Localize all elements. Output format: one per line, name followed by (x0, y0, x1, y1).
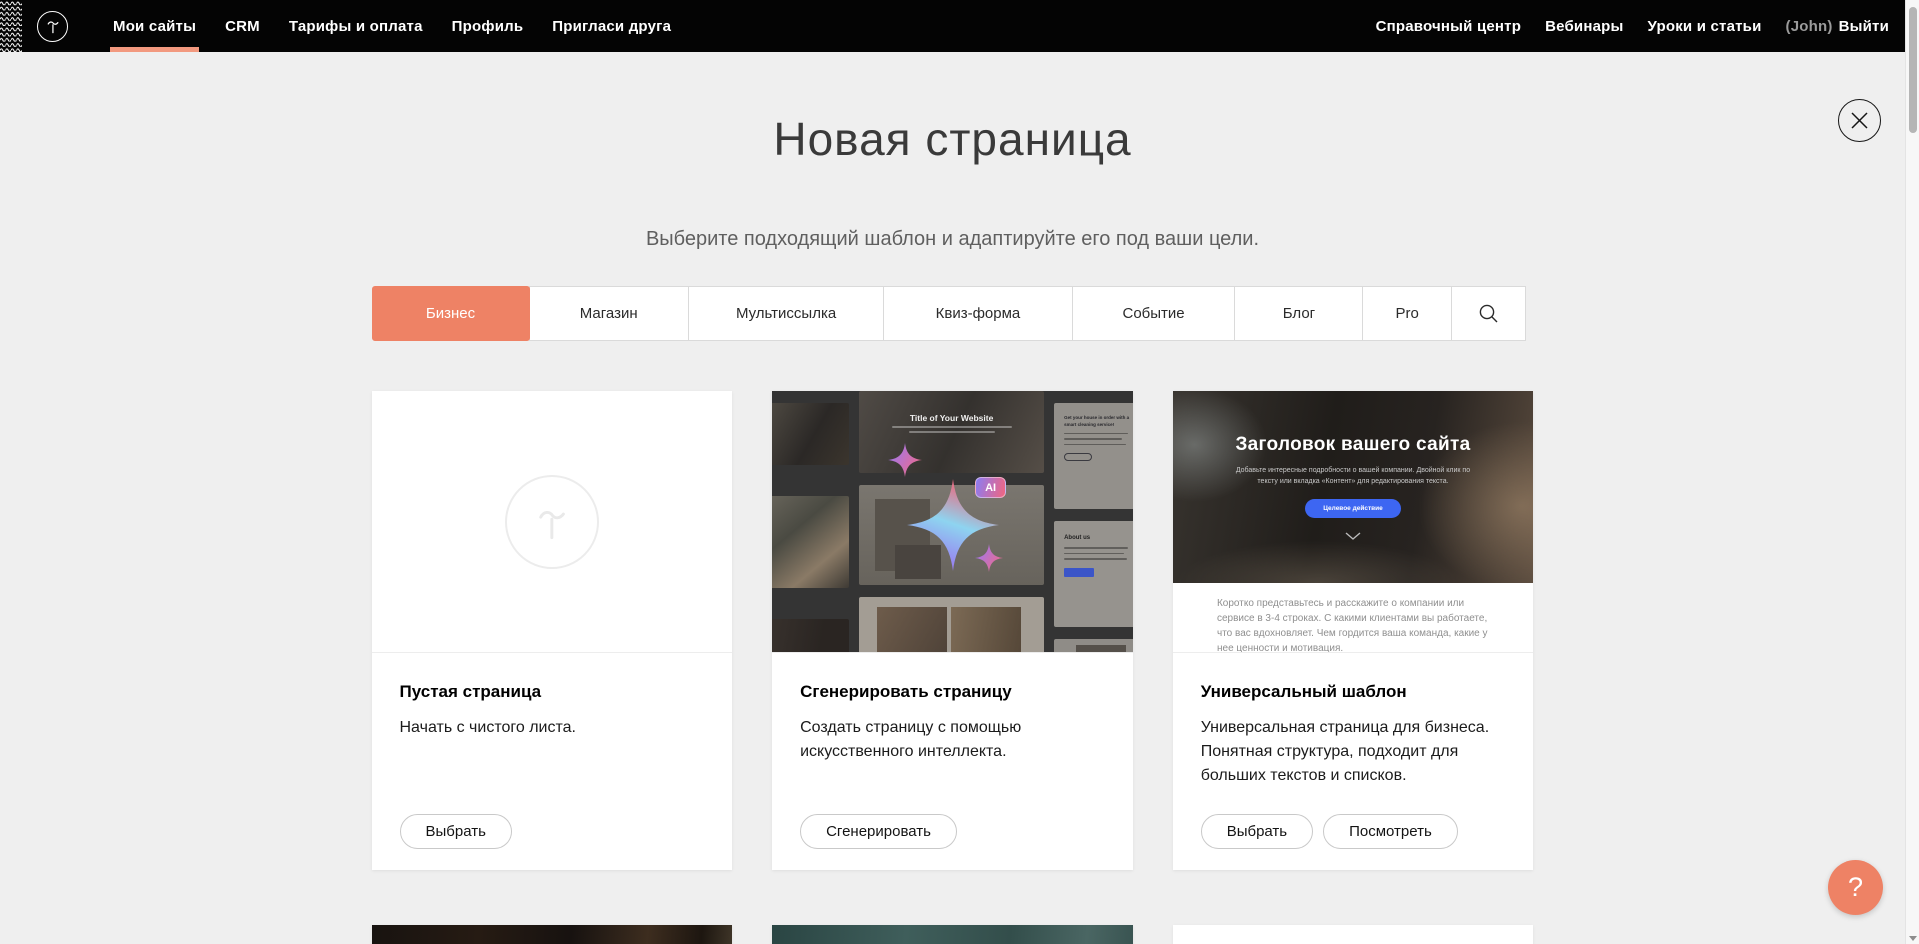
nav-item-my-sites[interactable]: Мои сайты (113, 0, 196, 52)
ai-generate-preview[interactable]: Title of Your Website Get your house in … (772, 391, 1133, 653)
nav-item-help-center[interactable]: Справочный центр (1376, 0, 1522, 52)
card-title: Универсальный шаблон (1201, 682, 1506, 702)
chevron-down-icon (1345, 532, 1361, 540)
card-description: Универсальная страница для бизнеса. Поня… (1201, 716, 1506, 788)
card-blank-page: Пустая страница Начать с чистого листа. … (372, 391, 733, 870)
collage-tile (859, 597, 1044, 653)
tilda-logo-icon[interactable] (37, 11, 68, 42)
tab-blog[interactable]: Блог (1234, 286, 1363, 341)
account-name: (John) (1786, 18, 1833, 35)
ai-sparkle-small-icon (888, 443, 922, 477)
universal-template-preview[interactable]: Заголовок вашего сайта Добавьте интересн… (1173, 391, 1534, 653)
logout-link[interactable]: Выйти (1839, 18, 1889, 35)
new-page-dialog: Новая страница Выберите подходящий шабло… (0, 52, 1905, 944)
template-hero-section: Заголовок вашего сайта Добавьте интересн… (1173, 391, 1534, 583)
template-cta-button: Целевое действие (1305, 499, 1401, 518)
collage-right-heading: Get your house in order with a smart cle… (1064, 415, 1133, 429)
tab-pro[interactable]: Pro (1362, 286, 1451, 341)
template-cards-row-partial (372, 925, 1534, 944)
tab-business[interactable]: Бизнес (372, 286, 530, 341)
collage-tile (772, 619, 849, 653)
nav-item-profile[interactable]: Профиль (452, 0, 524, 52)
tab-search[interactable] (1451, 286, 1527, 341)
template-body-section: Коротко представьтесь и расскажите о ком… (1173, 583, 1534, 653)
ai-sparkle-small-icon (975, 544, 1003, 572)
template-card-partial[interactable] (372, 925, 733, 944)
collage-tile (1054, 639, 1133, 653)
collage-hero-title: Title of Your Website (859, 413, 1044, 423)
question-icon: ? (1848, 872, 1863, 903)
nav-item-crm[interactable]: CRM (225, 0, 260, 52)
template-card-partial[interactable] (1173, 925, 1534, 944)
generate-button[interactable]: Сгенерировать (800, 814, 957, 849)
page-title: Новая страница (372, 116, 1534, 162)
template-hero-subtitle: Добавьте интересные подробности о вашей … (1230, 465, 1475, 487)
template-cards-row: Пустая страница Начать с чистого листа. … (372, 391, 1534, 870)
template-card-partial[interactable] (772, 925, 1133, 944)
page-subtitle: Выберите подходящий шаблон и адаптируйте… (372, 228, 1534, 251)
collage-tile-hero: Title of Your Website (859, 391, 1044, 473)
tab-quiz-form[interactable]: Квиз-форма (883, 286, 1072, 341)
nav-item-webinars[interactable]: Вебинары (1545, 0, 1623, 52)
card-description: Создать страницу с помощью искусственног… (800, 716, 1105, 764)
card-title: Пустая страница (400, 682, 705, 702)
top-navbar: Мои сайты CRM Тарифы и оплата Профиль Пр… (0, 0, 1905, 52)
page-scrollbar[interactable] (1905, 0, 1919, 944)
scrollbar-down-arrow-icon[interactable] (1909, 936, 1917, 941)
scrollbar-thumb[interactable] (1909, 7, 1917, 133)
nav-item-lessons[interactable]: Уроки и статьи (1648, 0, 1762, 52)
nav-item-invite-friend[interactable]: Пригласи друга (552, 0, 671, 52)
tab-event[interactable]: Событие (1072, 286, 1236, 341)
card-description: Начать с чистого листа. (400, 716, 705, 740)
collage-tile (772, 496, 849, 588)
template-hero-title: Заголовок вашего сайта (1235, 434, 1470, 456)
zigzag-pattern-decor (0, 0, 22, 52)
help-button[interactable]: ? (1828, 860, 1883, 915)
nav-item-pricing[interactable]: Тарифы и оплата (289, 0, 423, 52)
view-button[interactable]: Посмотреть (1323, 814, 1458, 849)
ai-badge: AI (975, 477, 1006, 498)
choose-button[interactable]: Выбрать (400, 814, 512, 849)
collage-tile (772, 403, 849, 465)
card-universal-template: Заголовок вашего сайта Добавьте интересн… (1173, 391, 1534, 870)
close-button[interactable] (1838, 99, 1881, 142)
choose-button[interactable]: Выбрать (1201, 814, 1313, 849)
tab-store[interactable]: Магазин (529, 286, 689, 341)
nav-right-menu: Справочный центр Вебинары Уроки и статьи… (1376, 0, 1905, 52)
collage-about-heading: About us (1064, 535, 1133, 541)
collage-tile-text: Get your house in order with a smart cle… (1054, 403, 1133, 509)
tab-multilink[interactable]: Мультиссылка (688, 286, 884, 341)
nav-left-menu: Мои сайты CRM Тарифы и оплата Профиль Пр… (113, 0, 671, 52)
template-category-tabs: Бизнес Магазин Мультиссылка Квиз-форма С… (372, 286, 1534, 341)
tilda-placeholder-logo-icon (505, 475, 599, 569)
collage-tile-about: About us (1054, 521, 1133, 627)
card-title: Сгенерировать страницу (800, 682, 1105, 702)
card-generate-ai: Title of Your Website Get your house in … (772, 391, 1133, 870)
template-body-text: Коротко представьтесь и расскажите о ком… (1217, 596, 1489, 653)
nav-account: (John) Выйти (1786, 0, 1889, 52)
blank-page-preview[interactable] (372, 391, 733, 653)
close-icon (1851, 112, 1868, 129)
search-icon (1478, 303, 1499, 324)
